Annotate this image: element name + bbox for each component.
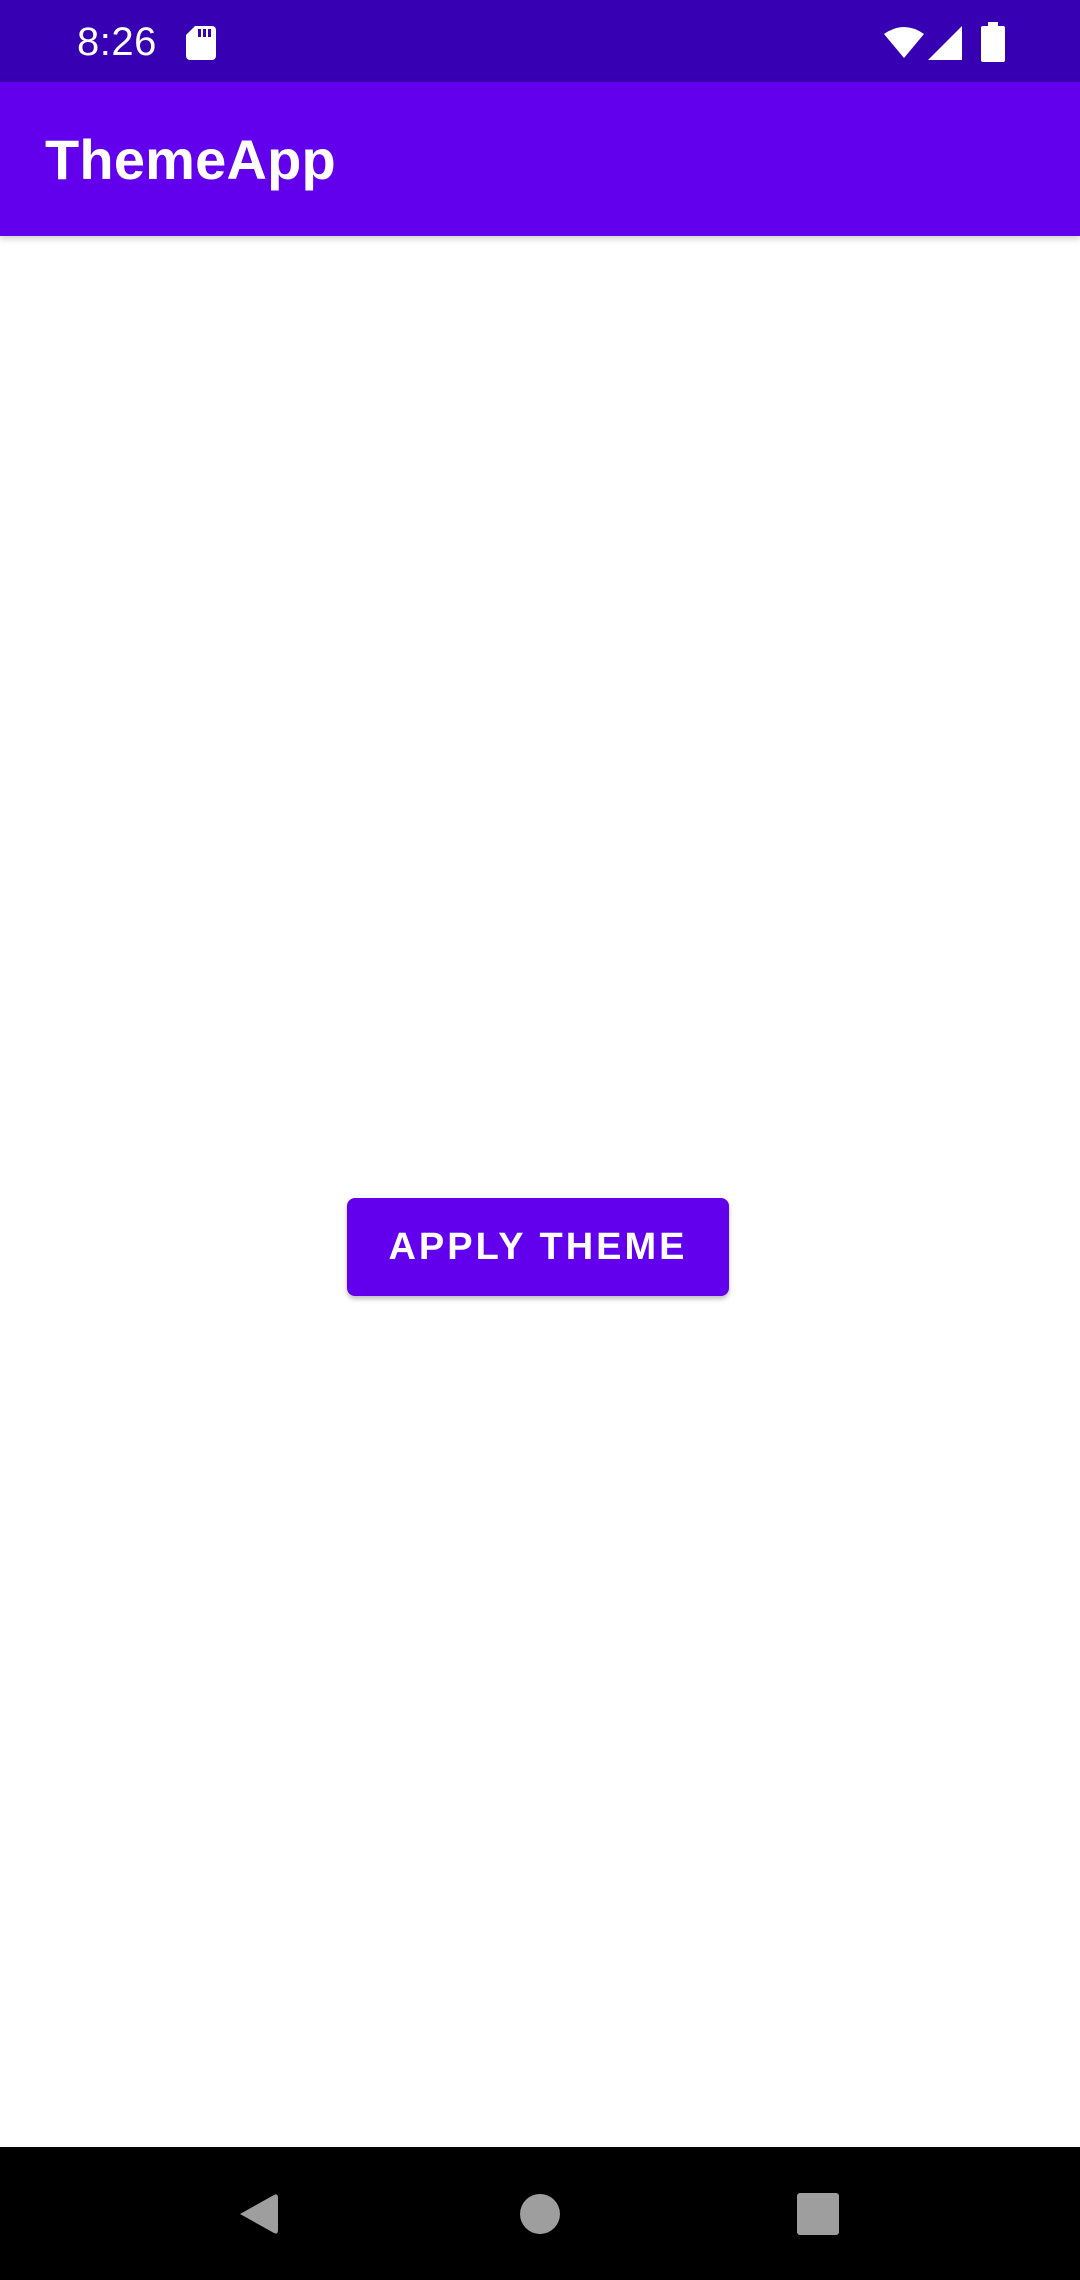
main-content: Apply Theme bbox=[0, 236, 1080, 2147]
navigation-bar bbox=[0, 2147, 1080, 2280]
back-button[interactable] bbox=[188, 2147, 328, 2280]
sd-card-icon bbox=[186, 26, 216, 60]
status-time: 8:26 bbox=[77, 20, 157, 64]
wifi-icon bbox=[884, 27, 924, 58]
status-bar: 8:26 bbox=[0, 0, 1080, 82]
screen: 8:26 ThemeApp Apply Theme bbox=[0, 0, 1080, 2280]
recents-button[interactable] bbox=[748, 2147, 888, 2280]
home-button[interactable] bbox=[470, 2147, 610, 2280]
apply-theme-button[interactable]: Apply Theme bbox=[347, 1198, 729, 1296]
back-icon bbox=[240, 2193, 278, 2234]
battery-icon bbox=[981, 22, 1005, 62]
app-title: ThemeApp bbox=[45, 128, 336, 191]
home-icon bbox=[520, 2193, 560, 2234]
app-bar: ThemeApp bbox=[0, 82, 1080, 236]
cell-signal-icon bbox=[928, 26, 962, 60]
recents-icon bbox=[797, 2192, 839, 2235]
